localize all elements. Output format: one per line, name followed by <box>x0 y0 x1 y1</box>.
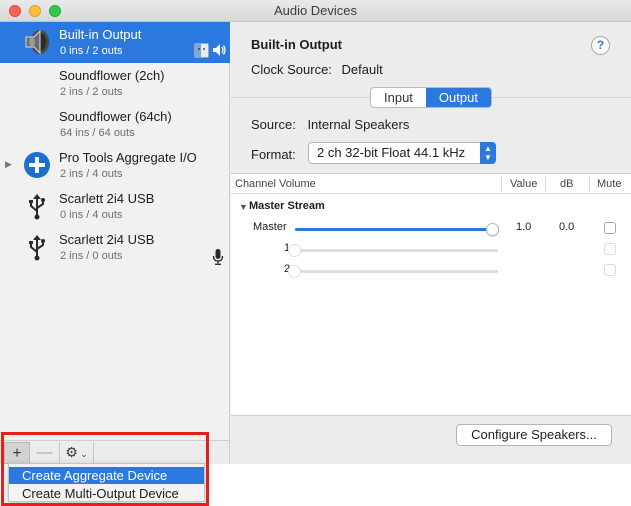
table-header: Channel Volume Value dB Mute <box>231 174 631 194</box>
column-divider <box>545 176 546 192</box>
mute-checkbox[interactable] <box>604 243 616 255</box>
stream-title: Master Stream <box>249 200 325 212</box>
slider-knob[interactable] <box>288 265 301 278</box>
device-name: Built-in Output <box>59 27 142 42</box>
disclosure-triangle-expanded-icon[interactable]: ▼ <box>239 202 248 212</box>
device-io: 2 ins / 4 outs <box>60 168 123 180</box>
device-title: Built-in Output <box>251 37 342 52</box>
format-value: 2 ch 32-bit Float 44.1 kHz <box>317 145 466 160</box>
minimize-window-button[interactable] <box>29 5 41 17</box>
tab-output[interactable]: Output <box>425 88 491 107</box>
device-item-pro-tools-aggregate[interactable]: ▶ Pro Tools Aggregate I/O 2 ins / 4 outs <box>0 145 230 186</box>
select-arrows-icon: ▲ ▼ <box>480 142 496 164</box>
channel-volume-table: Channel Volume Value dB Mute ▼ Master St… <box>231 173 631 416</box>
device-io: 64 ins / 64 outs <box>60 127 135 139</box>
clock-source-row: Clock Source: Default <box>251 62 383 77</box>
default-input-microphone-icon <box>212 249 224 265</box>
mute-checkbox[interactable] <box>604 222 616 234</box>
device-name: Scarlett 2i4 USB <box>59 191 155 206</box>
channel-name: Master <box>253 221 287 233</box>
device-list[interactable]: Built-in Output 0 ins / 2 outs Soundflow… <box>0 22 230 440</box>
clock-source-value[interactable]: Default <box>342 62 383 77</box>
device-detail-panel: Built-in Output Clock Source: Default ? … <box>231 22 631 464</box>
device-item-scarlett-output[interactable]: Scarlett 2i4 USB 0 ins / 4 outs <box>0 186 230 227</box>
slider-knob[interactable] <box>288 244 301 257</box>
close-window-button[interactable] <box>9 5 21 17</box>
default-output-speaker-icon <box>213 44 226 56</box>
title-bar[interactable]: Audio Devices <box>0 0 631 22</box>
column-header-value: Value <box>510 178 538 190</box>
device-io: 2 ins / 0 outs <box>60 250 123 262</box>
clock-source-label: Clock Source: <box>251 62 332 77</box>
audio-devices-window: Audio Devices Built-in Output 0 ins / 2 … <box>0 0 631 464</box>
slider-fill <box>295 228 493 231</box>
device-name: Pro Tools Aggregate I/O <box>59 150 197 165</box>
usb-icon <box>29 235 45 261</box>
source-label: Source: <box>251 117 296 132</box>
device-io: 0 ins / 4 outs <box>60 209 123 221</box>
column-divider <box>501 176 502 192</box>
zoom-window-button[interactable] <box>49 5 61 17</box>
channel-volume-slider[interactable] <box>295 249 498 252</box>
slider-knob[interactable] <box>486 223 499 236</box>
aggregate-plus-icon <box>24 152 50 178</box>
configure-speakers-button[interactable]: Configure Speakers... <box>456 424 612 446</box>
column-divider <box>589 176 590 192</box>
device-io: 2 ins / 2 outs <box>60 86 123 98</box>
column-header-mute: Mute <box>597 178 622 190</box>
column-header-channel-volume: Channel Volume <box>235 178 316 190</box>
window-title: Audio Devices <box>273 3 358 18</box>
device-name: Scarlett 2i4 USB <box>59 232 155 247</box>
channel-value: 1.0 <box>516 221 532 233</box>
device-item-soundflower-2ch[interactable]: Soundflower (2ch) 2 ins / 2 outs <box>0 63 230 104</box>
usb-icon <box>29 194 45 220</box>
input-output-segmented-control[interactable]: Input Output <box>370 87 492 108</box>
channel-volume-slider[interactable] <box>295 270 498 273</box>
format-label: Format: <box>251 147 296 162</box>
device-name: Soundflower (2ch) <box>59 68 165 83</box>
device-io: 0 ins / 2 outs <box>60 45 123 57</box>
device-item-built-in-output[interactable]: Built-in Output 0 ins / 2 outs <box>0 22 230 63</box>
mute-checkbox[interactable] <box>604 264 616 276</box>
channel-volume-slider[interactable] <box>295 228 493 231</box>
format-select[interactable]: 2 ch 32-bit Float 44.1 kHz ▲ ▼ <box>308 142 496 164</box>
tab-input[interactable]: Input <box>371 88 426 107</box>
column-header-db: dB <box>560 178 574 190</box>
annotation-highlight-box <box>1 432 209 506</box>
device-item-scarlett-input[interactable]: Scarlett 2i4 USB 2 ins / 0 outs <box>0 227 230 268</box>
help-button[interactable]: ? <box>591 36 610 55</box>
device-item-soundflower-64ch[interactable]: Soundflower (64ch) 64 ins / 64 outs <box>0 104 230 145</box>
finder-icon <box>194 43 209 58</box>
speaker-icon <box>25 29 49 55</box>
disclosure-triangle-icon[interactable]: ▶ <box>5 159 12 170</box>
source-row: Source: Internal Speakers <box>251 117 409 132</box>
device-name: Soundflower (64ch) <box>59 109 172 124</box>
source-value: Internal Speakers <box>307 117 410 132</box>
channel-db: 0.0 <box>559 221 575 233</box>
